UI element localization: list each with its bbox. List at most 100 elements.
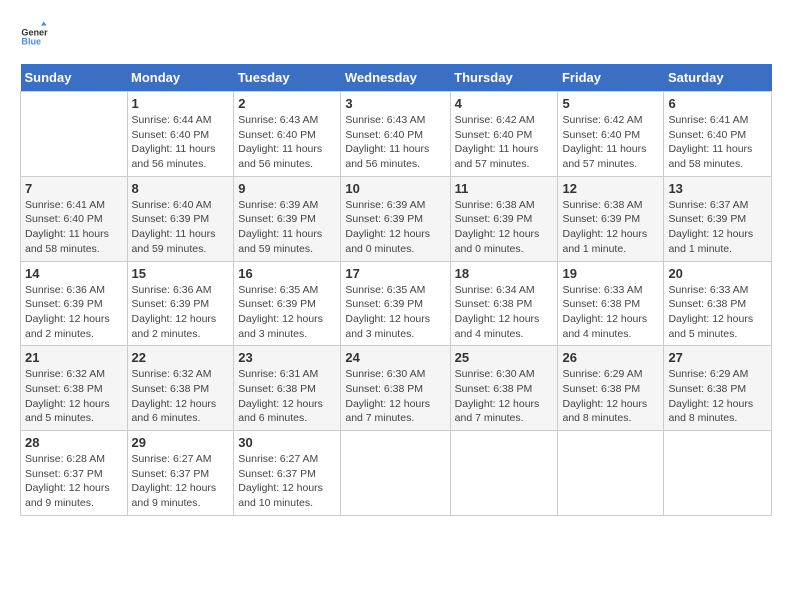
day-number: 21 bbox=[25, 350, 123, 365]
col-header-wednesday: Wednesday bbox=[341, 64, 450, 92]
calendar-cell: 2 Sunrise: 6:43 AM Sunset: 6:40 PM Daylig… bbox=[234, 92, 341, 177]
day-info: Sunrise: 6:30 AM Sunset: 6:38 PM Dayligh… bbox=[345, 367, 445, 426]
day-info: Sunrise: 6:40 AM Sunset: 6:39 PM Dayligh… bbox=[132, 198, 230, 257]
day-number: 10 bbox=[345, 181, 445, 196]
day-info: Sunrise: 6:44 AM Sunset: 6:40 PM Dayligh… bbox=[132, 113, 230, 172]
day-info: Sunrise: 6:38 AM Sunset: 6:39 PM Dayligh… bbox=[562, 198, 659, 257]
day-number: 2 bbox=[238, 96, 336, 111]
calendar-cell: 27 Sunrise: 6:29 AM Sunset: 6:38 PM Dayli… bbox=[664, 346, 772, 431]
calendar-cell: 6 Sunrise: 6:41 AM Sunset: 6:40 PM Daylig… bbox=[664, 92, 772, 177]
day-info: Sunrise: 6:36 AM Sunset: 6:39 PM Dayligh… bbox=[132, 283, 230, 342]
calendar-cell: 17Sunrise: 6:35 AM Sunset: 6:39 PM Dayli… bbox=[341, 261, 450, 346]
calendar-cell: 29 Sunrise: 6:27 AM Sunset: 6:37 PM Dayli… bbox=[127, 431, 234, 516]
day-number: 20 bbox=[668, 266, 767, 281]
calendar-cell: 19 Sunrise: 6:33 AM Sunset: 6:38 PM Dayli… bbox=[558, 261, 664, 346]
day-info: Sunrise: 6:27 AM Sunset: 6:37 PM Dayligh… bbox=[132, 452, 230, 511]
calendar-cell: 8Sunrise: 6:40 AM Sunset: 6:39 PM Daylig… bbox=[127, 176, 234, 261]
calendar-cell: 10 Sunrise: 6:39 AM Sunset: 6:39 PM Dayli… bbox=[341, 176, 450, 261]
calendar-cell: 7Sunrise: 6:41 AM Sunset: 6:40 PM Daylig… bbox=[21, 176, 128, 261]
calendar-week-row: 7Sunrise: 6:41 AM Sunset: 6:40 PM Daylig… bbox=[21, 176, 772, 261]
col-header-monday: Monday bbox=[127, 64, 234, 92]
day-info: Sunrise: 6:35 AM Sunset: 6:39 PM Dayligh… bbox=[345, 283, 445, 342]
calendar-cell bbox=[21, 92, 128, 177]
day-info: Sunrise: 6:31 AM Sunset: 6:38 PM Dayligh… bbox=[238, 367, 336, 426]
col-header-friday: Friday bbox=[558, 64, 664, 92]
day-info: Sunrise: 6:41 AM Sunset: 6:40 PM Dayligh… bbox=[25, 198, 123, 257]
day-info: Sunrise: 6:28 AM Sunset: 6:37 PM Dayligh… bbox=[25, 452, 123, 511]
calendar-cell: 18 Sunrise: 6:34 AM Sunset: 6:38 PM Dayli… bbox=[450, 261, 558, 346]
day-number: 15 bbox=[132, 266, 230, 281]
calendar-cell bbox=[341, 431, 450, 516]
day-number: 23 bbox=[238, 350, 336, 365]
logo: General Blue bbox=[20, 20, 54, 48]
calendar-cell: 28Sunrise: 6:28 AM Sunset: 6:37 PM Dayli… bbox=[21, 431, 128, 516]
calendar-week-row: 21 Sunrise: 6:32 AM Sunset: 6:38 PM Dayli… bbox=[21, 346, 772, 431]
svg-text:Blue: Blue bbox=[21, 37, 41, 47]
day-number: 16 bbox=[238, 266, 336, 281]
day-info: Sunrise: 6:38 AM Sunset: 6:39 PM Dayligh… bbox=[455, 198, 554, 257]
calendar-cell: 12 Sunrise: 6:38 AM Sunset: 6:39 PM Dayli… bbox=[558, 176, 664, 261]
day-info: Sunrise: 6:41 AM Sunset: 6:40 PM Dayligh… bbox=[668, 113, 767, 172]
calendar-cell: 20 Sunrise: 6:33 AM Sunset: 6:38 PM Dayli… bbox=[664, 261, 772, 346]
calendar-cell: 14Sunrise: 6:36 AM Sunset: 6:39 PM Dayli… bbox=[21, 261, 128, 346]
day-number: 25 bbox=[455, 350, 554, 365]
day-info: Sunrise: 6:43 AM Sunset: 6:40 PM Dayligh… bbox=[345, 113, 445, 172]
day-info: Sunrise: 6:37 AM Sunset: 6:39 PM Dayligh… bbox=[668, 198, 767, 257]
calendar-cell: 23 Sunrise: 6:31 AM Sunset: 6:38 PM Dayli… bbox=[234, 346, 341, 431]
col-header-thursday: Thursday bbox=[450, 64, 558, 92]
logo-icon: General Blue bbox=[20, 20, 48, 48]
day-number: 27 bbox=[668, 350, 767, 365]
day-number: 1 bbox=[132, 96, 230, 111]
calendar-cell bbox=[664, 431, 772, 516]
day-number: 18 bbox=[455, 266, 554, 281]
day-number: 11 bbox=[455, 181, 554, 196]
calendar-cell: 13 Sunrise: 6:37 AM Sunset: 6:39 PM Dayli… bbox=[664, 176, 772, 261]
day-info: Sunrise: 6:27 AM Sunset: 6:37 PM Dayligh… bbox=[238, 452, 336, 511]
calendar-cell: 1 Sunrise: 6:44 AM Sunset: 6:40 PM Daylig… bbox=[127, 92, 234, 177]
day-info: Sunrise: 6:43 AM Sunset: 6:40 PM Dayligh… bbox=[238, 113, 336, 172]
day-number: 22 bbox=[132, 350, 230, 365]
calendar-cell: 15 Sunrise: 6:36 AM Sunset: 6:39 PM Dayli… bbox=[127, 261, 234, 346]
day-info: Sunrise: 6:30 AM Sunset: 6:38 PM Dayligh… bbox=[455, 367, 554, 426]
day-number: 9 bbox=[238, 181, 336, 196]
day-info: Sunrise: 6:35 AM Sunset: 6:39 PM Dayligh… bbox=[238, 283, 336, 342]
day-info: Sunrise: 6:32 AM Sunset: 6:38 PM Dayligh… bbox=[132, 367, 230, 426]
day-info: Sunrise: 6:42 AM Sunset: 6:40 PM Dayligh… bbox=[562, 113, 659, 172]
day-info: Sunrise: 6:29 AM Sunset: 6:38 PM Dayligh… bbox=[562, 367, 659, 426]
day-number: 29 bbox=[132, 435, 230, 450]
day-number: 19 bbox=[562, 266, 659, 281]
day-number: 5 bbox=[562, 96, 659, 111]
day-info: Sunrise: 6:39 AM Sunset: 6:39 PM Dayligh… bbox=[238, 198, 336, 257]
day-info: Sunrise: 6:33 AM Sunset: 6:38 PM Dayligh… bbox=[562, 283, 659, 342]
calendar-table: SundayMondayTuesdayWednesdayThursdayFrid… bbox=[20, 64, 772, 516]
day-number: 24 bbox=[345, 350, 445, 365]
day-info: Sunrise: 6:32 AM Sunset: 6:38 PM Dayligh… bbox=[25, 367, 123, 426]
day-number: 26 bbox=[562, 350, 659, 365]
day-info: Sunrise: 6:29 AM Sunset: 6:38 PM Dayligh… bbox=[668, 367, 767, 426]
day-number: 12 bbox=[562, 181, 659, 196]
calendar-cell: 24 Sunrise: 6:30 AM Sunset: 6:38 PM Dayli… bbox=[341, 346, 450, 431]
col-header-tuesday: Tuesday bbox=[234, 64, 341, 92]
calendar-week-row: 28Sunrise: 6:28 AM Sunset: 6:37 PM Dayli… bbox=[21, 431, 772, 516]
calendar-cell bbox=[558, 431, 664, 516]
calendar-week-row: 14 Sunrise: 6:36 AM Sunset: 6:39 PM Dayli… bbox=[21, 261, 772, 346]
calendar-cell: 9 Sunrise: 6:39 AM Sunset: 6:39 PM Daylig… bbox=[234, 176, 341, 261]
day-number: 13 bbox=[668, 181, 767, 196]
calendar-cell: 26 Sunrise: 6:29 AM Sunset: 6:38 PM Dayli… bbox=[558, 346, 664, 431]
page-header: General Blue bbox=[20, 20, 772, 48]
day-number: 30 bbox=[238, 435, 336, 450]
calendar-cell: 4 Sunrise: 6:42 AM Sunset: 6:40 PM Daylig… bbox=[450, 92, 558, 177]
calendar-cell: 30 Sunrise: 6:27 AM Sunset: 6:37 PM Dayli… bbox=[234, 431, 341, 516]
calendar-cell: 22 Sunrise: 6:32 AM Sunset: 6:38 PM Dayli… bbox=[127, 346, 234, 431]
day-info: Sunrise: 6:42 AM Sunset: 6:40 PM Dayligh… bbox=[455, 113, 554, 172]
day-number: 14 bbox=[25, 266, 123, 281]
col-header-saturday: Saturday bbox=[664, 64, 772, 92]
day-info: Sunrise: 6:34 AM Sunset: 6:38 PM Dayligh… bbox=[455, 283, 554, 342]
calendar-header: SundayMondayTuesdayWednesdayThursdayFrid… bbox=[21, 64, 772, 92]
calendar-cell: 21 Sunrise: 6:32 AM Sunset: 6:38 PM Dayli… bbox=[21, 346, 128, 431]
day-number: 4 bbox=[455, 96, 554, 111]
day-info: Sunrise: 6:39 AM Sunset: 6:39 PM Dayligh… bbox=[345, 198, 445, 257]
day-info: Sunrise: 6:33 AM Sunset: 6:38 PM Dayligh… bbox=[668, 283, 767, 342]
calendar-cell: 3Sunrise: 6:43 AM Sunset: 6:40 PM Daylig… bbox=[341, 92, 450, 177]
day-number: 6 bbox=[668, 96, 767, 111]
